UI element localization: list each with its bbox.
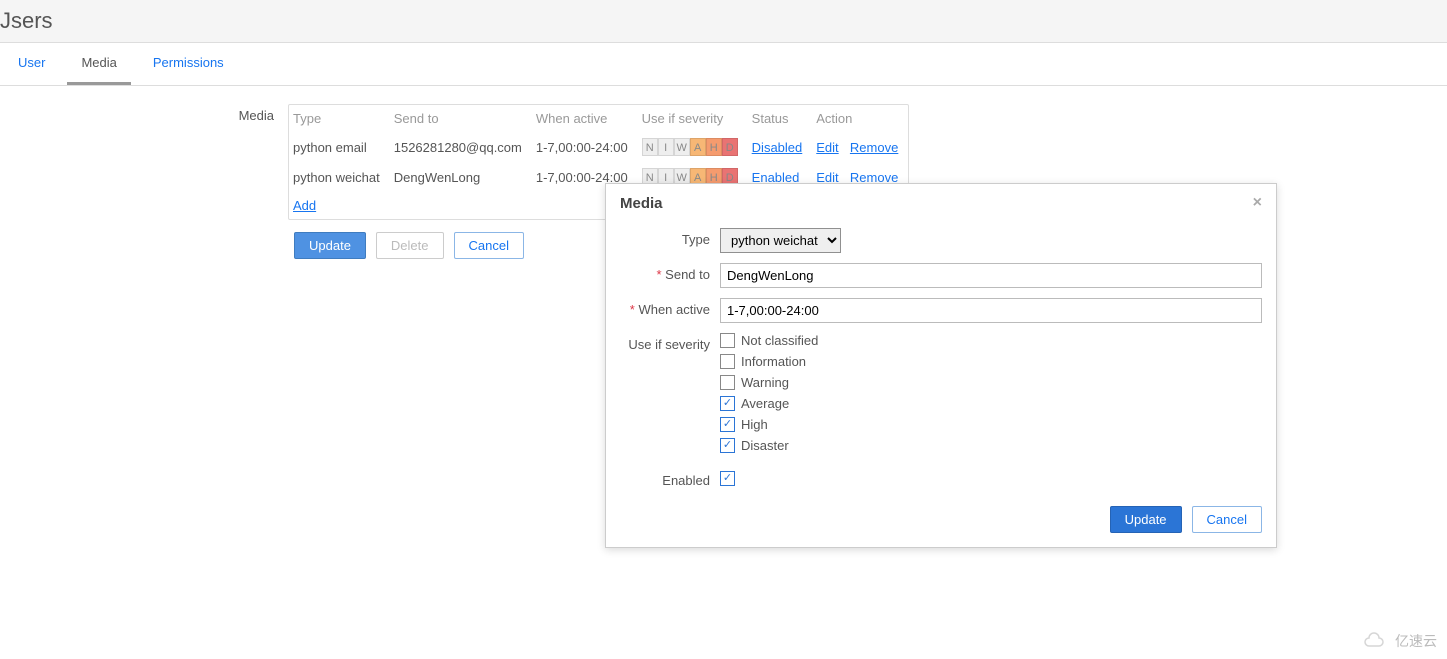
enabled-label: Enabled bbox=[620, 469, 720, 488]
whenactive-input[interactable] bbox=[720, 298, 1262, 323]
sev-d-icon: D bbox=[722, 138, 738, 156]
severity-label: Use if severity bbox=[620, 333, 720, 352]
tab-user[interactable]: User bbox=[4, 43, 59, 85]
severity-checkbox[interactable] bbox=[720, 396, 735, 411]
type-select[interactable]: python weichat bbox=[720, 228, 841, 253]
severity-option: Information bbox=[720, 354, 1262, 369]
sev-n-icon: N bbox=[642, 138, 658, 156]
severity-option-label: Average bbox=[741, 396, 789, 411]
col-severity: Use if severity bbox=[638, 105, 748, 132]
severity-option: Not classified bbox=[720, 333, 1262, 348]
update-button[interactable]: Update bbox=[294, 232, 366, 259]
tab-media[interactable]: Media bbox=[67, 43, 130, 85]
watermark: 亿速云 bbox=[1361, 631, 1437, 651]
cell-sendto: DengWenLong bbox=[390, 162, 532, 192]
sev-i-icon: I bbox=[658, 138, 674, 156]
severity-checkbox[interactable] bbox=[720, 354, 735, 369]
cell-type: python email bbox=[289, 132, 390, 162]
col-action: Action bbox=[812, 105, 908, 132]
col-whenactive: When active bbox=[532, 105, 638, 132]
sev-a-icon: A bbox=[690, 138, 706, 156]
page-title: Jsers bbox=[0, 0, 1447, 43]
dialog-update-button[interactable]: Update bbox=[1110, 506, 1182, 533]
severity-option: Warning bbox=[720, 375, 1262, 390]
severity-checkbox[interactable] bbox=[720, 417, 735, 432]
sev-h-icon: H bbox=[706, 138, 722, 156]
severity-checkbox[interactable] bbox=[720, 375, 735, 390]
severity-option-label: High bbox=[741, 417, 768, 432]
sendto-label: Send to bbox=[665, 267, 710, 282]
delete-button: Delete bbox=[376, 232, 444, 259]
media-section-label: Media bbox=[0, 104, 288, 123]
col-sendto: Send to bbox=[390, 105, 532, 132]
severity-option-label: Information bbox=[741, 354, 806, 369]
severity-checkbox[interactable] bbox=[720, 333, 735, 348]
severity-option: Average bbox=[720, 396, 1262, 411]
severity-option-label: Warning bbox=[741, 375, 789, 390]
sendto-input[interactable] bbox=[720, 263, 1262, 288]
remove-link[interactable]: Remove bbox=[850, 140, 898, 155]
severity-option: Disaster bbox=[720, 438, 1262, 453]
severity-option: High bbox=[720, 417, 1262, 432]
dialog-cancel-button[interactable]: Cancel bbox=[1192, 506, 1262, 533]
media-dialog: Media × Type python weichat * Send to * … bbox=[605, 183, 1277, 548]
severity-checkbox[interactable] bbox=[720, 438, 735, 453]
severity-option-label: Disaster bbox=[741, 438, 789, 453]
cancel-button[interactable]: Cancel bbox=[454, 232, 524, 259]
severity-option-label: Not classified bbox=[741, 333, 818, 348]
col-status: Status bbox=[748, 105, 813, 132]
edit-link[interactable]: Edit bbox=[816, 140, 838, 155]
cloud-icon bbox=[1361, 632, 1389, 650]
cell-type: python weichat bbox=[289, 162, 390, 192]
tabs: User Media Permissions bbox=[0, 43, 1447, 86]
status-toggle[interactable]: Disabled bbox=[752, 140, 803, 155]
type-label: Type bbox=[620, 228, 720, 247]
severity-pills: N I W A H D bbox=[642, 138, 738, 156]
tab-permissions[interactable]: Permissions bbox=[139, 43, 238, 85]
sev-w-icon: W bbox=[674, 138, 690, 156]
cell-sendto: 1526281280@qq.com bbox=[390, 132, 532, 162]
whenactive-label: When active bbox=[638, 302, 710, 317]
col-type: Type bbox=[289, 105, 390, 132]
enabled-checkbox[interactable] bbox=[720, 471, 735, 486]
close-icon[interactable]: × bbox=[1253, 194, 1262, 212]
cell-when: 1-7,00:00-24:00 bbox=[532, 132, 638, 162]
dialog-title: Media bbox=[620, 195, 663, 212]
table-row: python email 1526281280@qq.com 1-7,00:00… bbox=[289, 132, 908, 162]
